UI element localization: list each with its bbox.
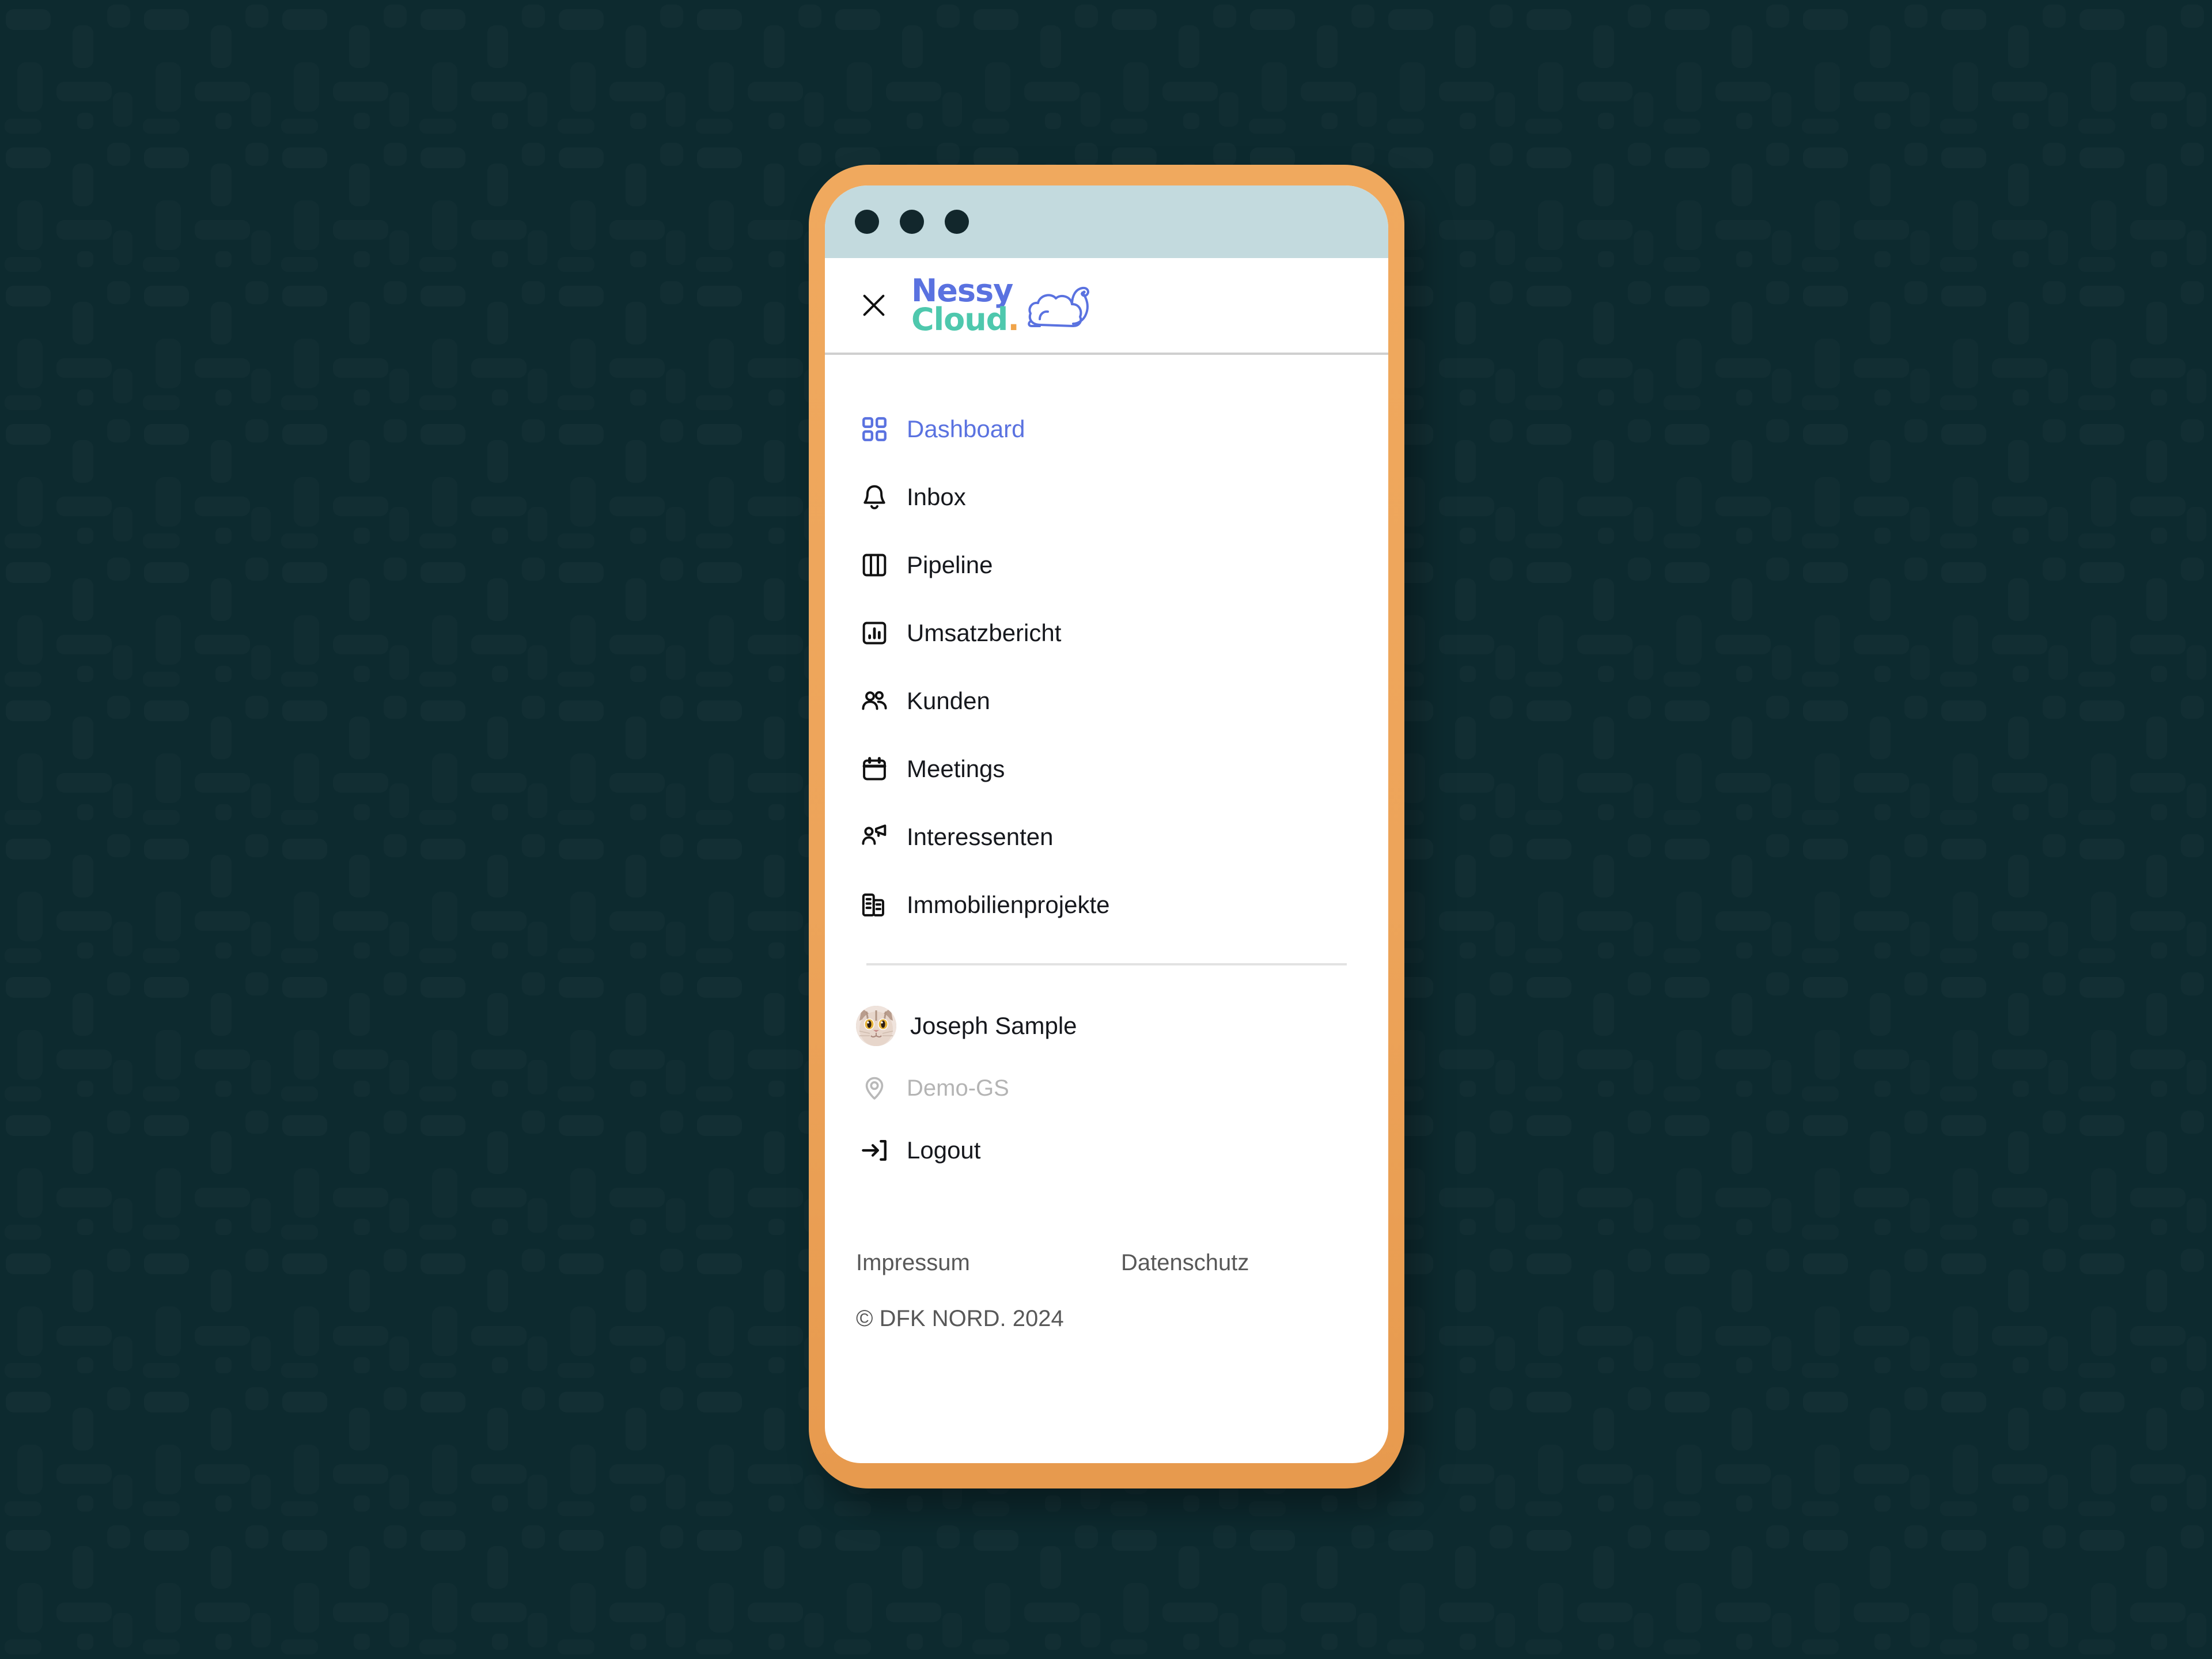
sidebar-item-label: Interessenten — [907, 823, 1054, 850]
brand-wordmark: Nessy Cloud. — [911, 275, 1020, 335]
sidebar-item-label: Inbox — [907, 483, 966, 510]
app-header: Nessy Cloud. — [825, 258, 1388, 355]
phone-screen: Nessy Cloud. Dashboard Inbox Pipeline Um… — [825, 185, 1388, 1463]
cat-avatar — [856, 1006, 896, 1046]
calendar-icon — [858, 753, 891, 785]
logout-label: Logout — [907, 1137, 981, 1164]
browser-titlebar — [825, 185, 1388, 258]
sidebar-nav: Dashboard Inbox Pipeline Umsatzbericht K… — [825, 355, 1388, 939]
sidebar-item-label: Immobilienprojekte — [907, 891, 1110, 918]
sidebar-item-inbox[interactable]: Inbox — [825, 463, 1388, 531]
user-location-row: Demo-GS — [825, 1058, 1388, 1119]
user-location-name: Demo-GS — [907, 1075, 1009, 1101]
window-minimize-dot[interactable] — [900, 210, 924, 234]
sidebar-item-interessenten[interactable]: Interessenten — [825, 803, 1388, 871]
logout-arrow-icon — [858, 1134, 891, 1166]
phone-device-frame: Nessy Cloud. Dashboard Inbox Pipeline Um… — [809, 165, 1404, 1488]
sidebar-item-umsatzbericht[interactable]: Umsatzbericht — [825, 599, 1388, 667]
bell-icon — [858, 481, 891, 513]
buildings-icon — [858, 889, 891, 921]
brand-cloud-text: Cloud — [911, 301, 1008, 338]
sidebar-item-pipeline[interactable]: Pipeline — [825, 531, 1388, 599]
close-menu-button[interactable] — [856, 287, 892, 323]
sidebar-item-meetings[interactable]: Meetings — [825, 735, 1388, 803]
sidebar-item-label: Meetings — [907, 755, 1005, 782]
user-profile-row[interactable]: Joseph Sample — [825, 994, 1388, 1058]
app-footer: Impressum Datenschutz © DFK NORD. 2024 — [825, 1182, 1388, 1332]
impressum-link[interactable]: Impressum — [856, 1250, 1121, 1276]
brand-line-cloud: Cloud. — [911, 304, 1020, 335]
users-icon — [858, 685, 891, 717]
cat-avatar-image — [856, 1006, 896, 1046]
sidebar-item-immobilienprojekte[interactable]: Immobilienprojekte — [825, 871, 1388, 939]
cloud-flex-arm-icon — [1028, 286, 1089, 327]
sidebar-item-label: Dashboard — [907, 415, 1025, 442]
sidebar-item-dashboard[interactable]: Dashboard — [825, 395, 1388, 463]
person-megaphone-icon — [858, 821, 891, 853]
user-name: Joseph Sample — [910, 1012, 1077, 1039]
window-close-dot[interactable] — [855, 210, 879, 234]
user-block: Joseph Sample Demo-GS Logout — [825, 965, 1388, 1182]
grid-squares-icon — [858, 413, 891, 445]
sidebar-item-label: Pipeline — [907, 551, 993, 578]
logout-button[interactable]: Logout — [825, 1119, 1388, 1182]
brand-dot: . — [1007, 301, 1019, 338]
datenschutz-link[interactable]: Datenschutz — [1121, 1250, 1249, 1276]
bar-chart-icon — [858, 617, 891, 649]
columns-icon — [858, 549, 891, 581]
sidebar-item-label: Kunden — [907, 687, 990, 714]
window-maximize-dot[interactable] — [945, 210, 969, 234]
close-icon — [863, 294, 885, 316]
footer-links: Impressum Datenschutz — [856, 1250, 1388, 1276]
sidebar-item-label: Umsatzbericht — [907, 619, 1062, 646]
brand-logo[interactable]: Nessy Cloud. — [911, 275, 1092, 335]
copyright-text: © DFK NORD. 2024 — [856, 1306, 1064, 1331]
map-pin-icon — [858, 1072, 891, 1104]
sidebar-item-kunden[interactable]: Kunden — [825, 667, 1388, 735]
